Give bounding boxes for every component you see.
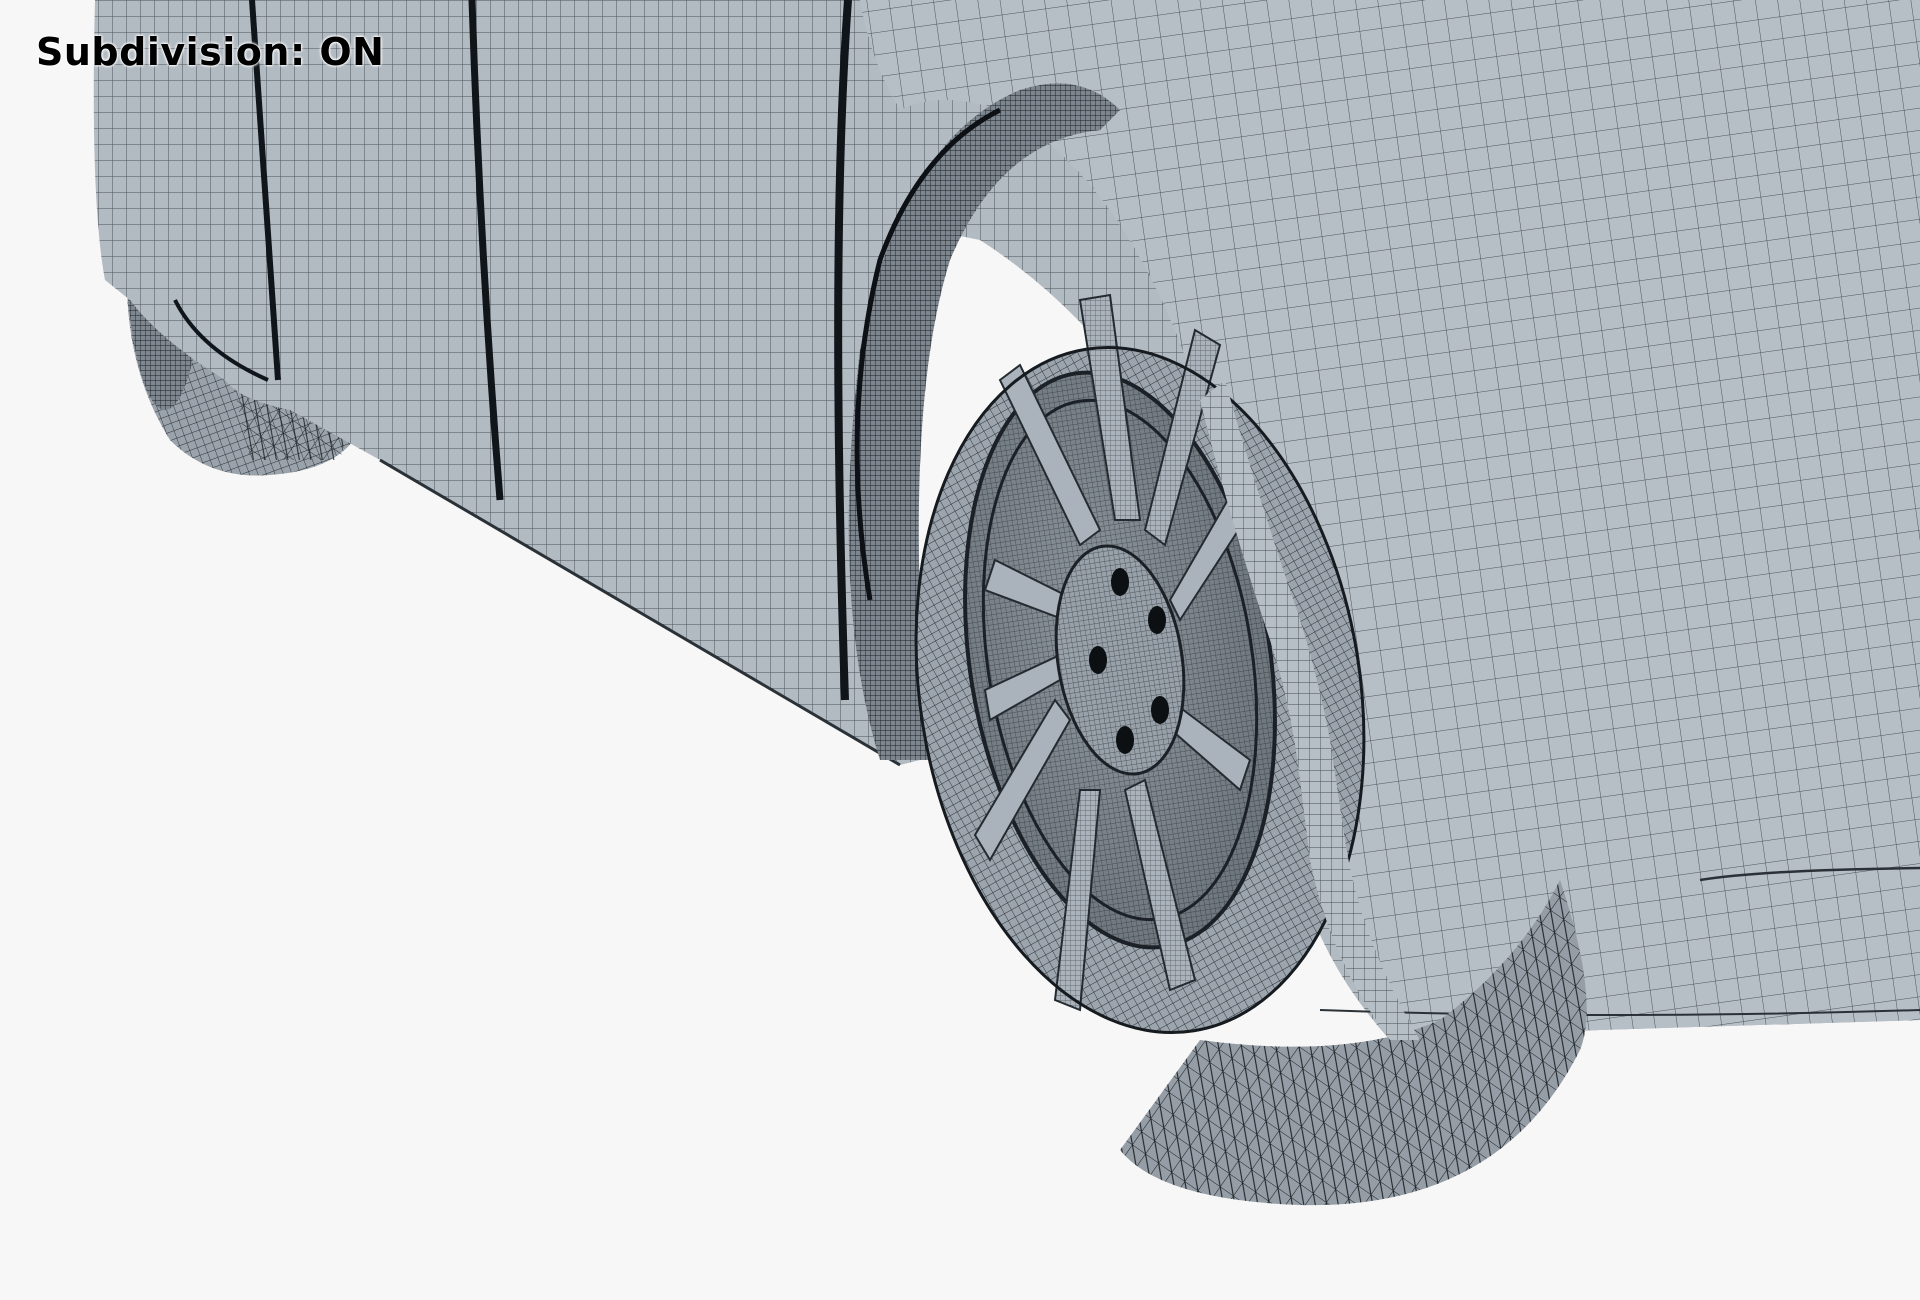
subdivision-label: Subdivision: ON <box>36 30 384 74</box>
subdivision-prefix: Subdivision: <box>36 30 320 74</box>
viewport: Subdivision: ON <box>0 0 1920 1300</box>
mesh-render <box>93 0 1920 1206</box>
subdivision-state: ON <box>319 30 385 74</box>
